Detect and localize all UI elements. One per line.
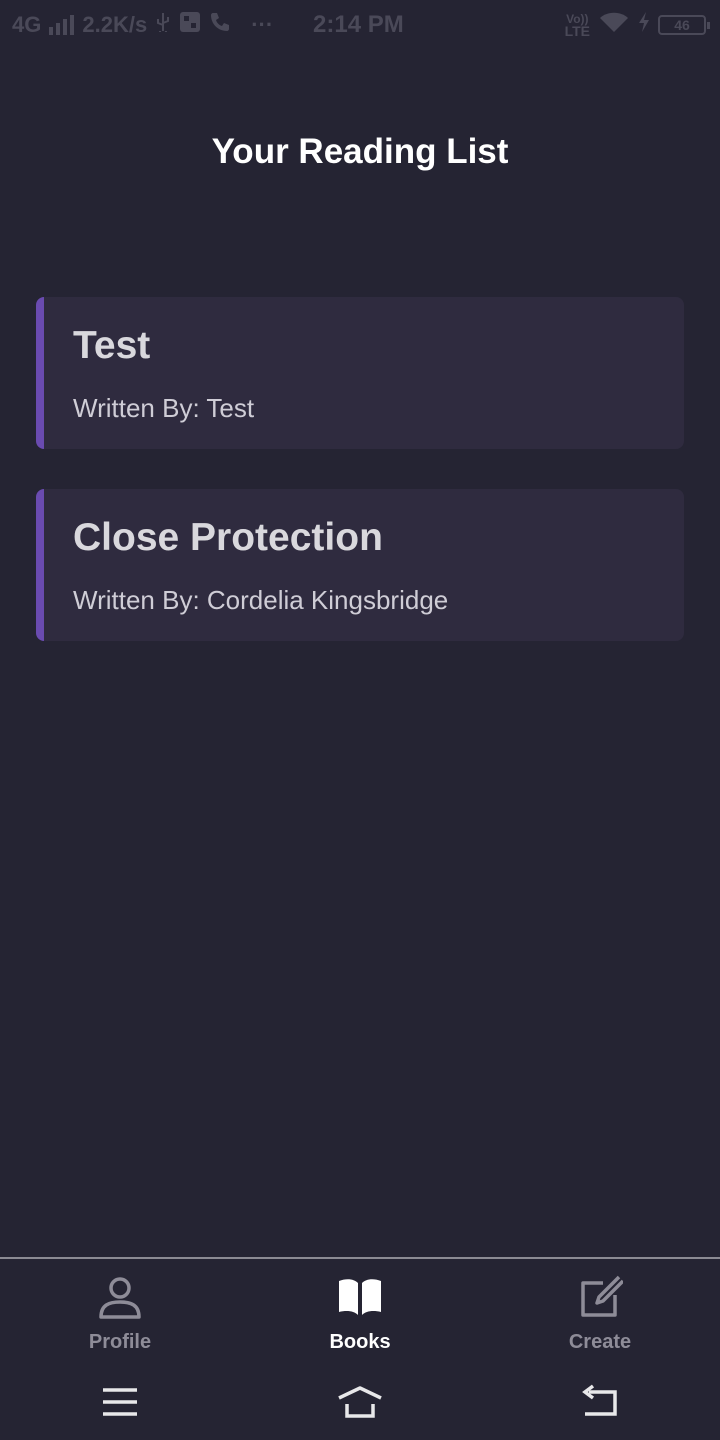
tab-books-label: Books [329, 1331, 391, 1353]
network-speed: 2.2K/s [82, 12, 148, 37]
charging-icon [638, 12, 650, 38]
usb-icon [155, 12, 171, 38]
clock: 2:14 PM [313, 11, 404, 38]
page-title: Your Reading List [211, 132, 509, 171]
system-navigation-bar [0, 1364, 720, 1440]
phone-icon [209, 11, 231, 39]
book-card[interactable]: Test Written By: Test [36, 297, 684, 449]
book-title: Close Protection [73, 516, 383, 559]
book-author: Written By: Cordelia Kingsbridge [73, 585, 449, 615]
home-icon [338, 1386, 382, 1418]
open-book-icon [339, 1279, 381, 1315]
tab-create-label: Create [568, 1331, 632, 1353]
tab-profile[interactable]: Profile [0, 1259, 240, 1364]
battery-icon: 46 [658, 15, 710, 35]
network-type: 4G [12, 12, 42, 37]
signal-icon [49, 15, 75, 35]
volte-indicator: Vo)) LTE [565, 13, 590, 38]
back-button[interactable] [570, 1377, 630, 1427]
edit-square-icon [581, 1275, 623, 1317]
back-icon [582, 1384, 617, 1416]
more-indicator: ··· [251, 12, 274, 37]
status-bar: 4G 2.2K/s ··· 2:14 PM Vo)) LTE 46 [0, 0, 720, 50]
book-author: Written By: Test [73, 393, 255, 423]
lte-label: LTE [564, 22, 590, 39]
tab-profile-label: Profile [88, 1331, 152, 1353]
person-icon [99, 1277, 141, 1319]
wifi-icon [598, 10, 630, 40]
book-card[interactable]: Close Protection Written By: Cordelia Ki… [36, 489, 684, 641]
tab-books[interactable]: Books [240, 1259, 480, 1364]
book-title: Test [73, 324, 151, 367]
menu-icon [103, 1388, 137, 1416]
tab-create[interactable]: Create [480, 1259, 720, 1364]
bottom-tab-bar: Profile Books Create [0, 1259, 720, 1364]
battery-level: 46 [674, 17, 690, 33]
app-notification-icon [179, 11, 201, 39]
reading-list: Test Written By: Test Close Protection W… [36, 297, 684, 681]
home-button[interactable] [330, 1377, 390, 1427]
recents-button[interactable] [90, 1377, 150, 1427]
